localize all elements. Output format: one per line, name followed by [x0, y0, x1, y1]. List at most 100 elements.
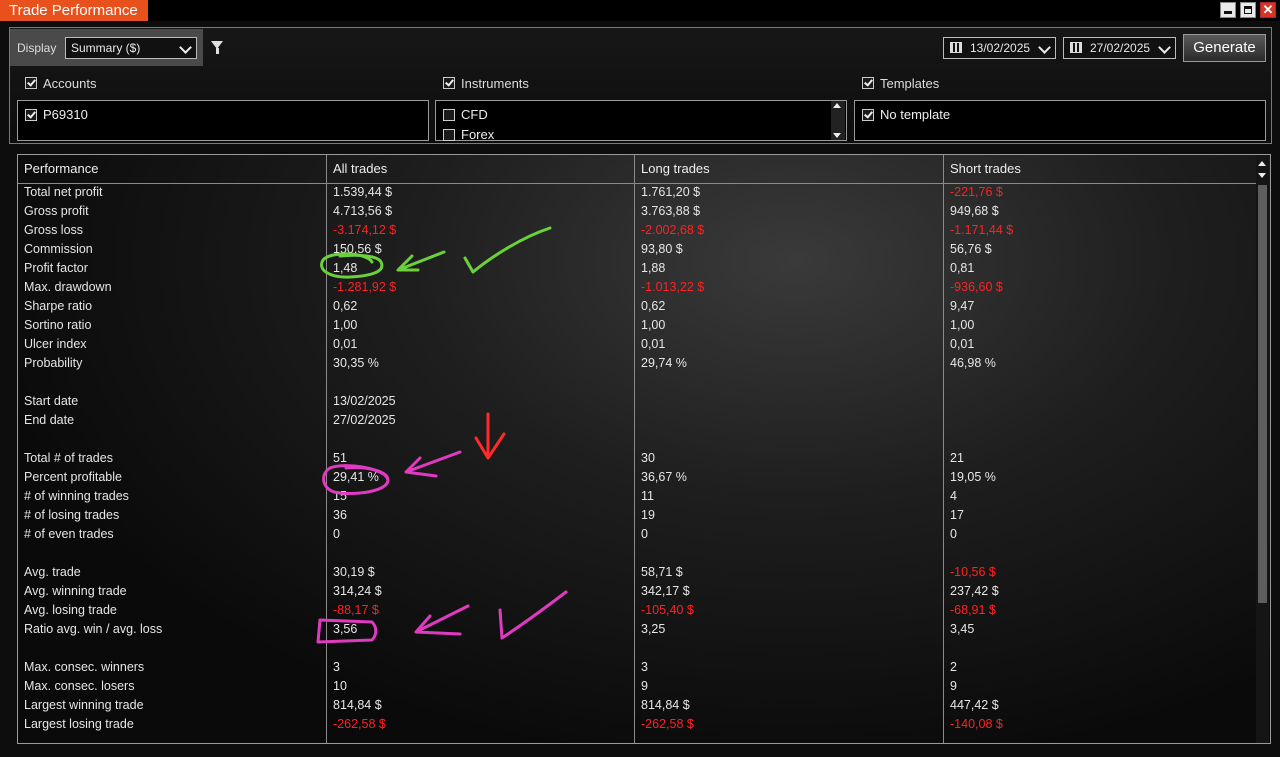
- metric-value: 0,01: [641, 337, 666, 351]
- metric-label: Ulcer index: [24, 337, 87, 351]
- accounts-label: Accounts: [43, 76, 97, 91]
- instruments-list: CFD Forex: [435, 100, 847, 142]
- metric-value: 58,71 $: [641, 565, 683, 579]
- metric-value: 314,24 $: [333, 584, 382, 598]
- metric-label: # of winning trades: [24, 489, 129, 503]
- metric-value: 9: [950, 679, 957, 693]
- column-divider: [943, 155, 944, 743]
- metric-value: 1.761,20 $: [641, 185, 701, 199]
- calendar-icon: [950, 42, 962, 53]
- metric-value: 1.539,44 $: [333, 185, 393, 199]
- metric-value: 3: [641, 660, 648, 674]
- metric-label: Gross profit: [24, 204, 89, 218]
- header-performance[interactable]: Performance: [24, 161, 98, 176]
- metric-value: 29,74 %: [641, 356, 687, 370]
- metric-value: 4: [950, 489, 957, 503]
- instrument-forex-label: Forex: [461, 127, 495, 142]
- metric-value: 3.763,88 $: [641, 204, 701, 218]
- metric-value: 150,56 $: [333, 242, 382, 256]
- metric-value: 342,17 $: [641, 584, 690, 598]
- scroll-up-icon[interactable]: [1258, 161, 1266, 166]
- metric-value: 17: [950, 508, 964, 522]
- template-item-label: No template: [880, 107, 951, 122]
- scroll-down-icon[interactable]: [833, 133, 841, 138]
- display-dropdown[interactable]: Summary ($): [65, 37, 197, 59]
- date-from-value: 13/02/2025: [970, 41, 1031, 55]
- column-divider: [326, 155, 327, 743]
- metric-value: -88,17 $: [333, 603, 379, 617]
- metric-value: 9,47: [950, 299, 975, 313]
- metric-label: Sharpe ratio: [24, 299, 93, 313]
- header-short-trades[interactable]: Short trades: [950, 161, 1021, 176]
- header-all-trades[interactable]: All trades: [333, 161, 387, 176]
- metric-value: 51: [333, 451, 347, 465]
- metric-value: 29,41 %: [333, 470, 379, 484]
- metric-value: 15: [333, 489, 347, 503]
- chevron-down-icon: [1158, 41, 1171, 54]
- metric-label: Largest losing trade: [24, 717, 134, 731]
- display-selector: Display Summary ($): [10, 29, 203, 66]
- date-to-picker[interactable]: 27/02/2025: [1063, 37, 1176, 59]
- metric-label: Probability: [24, 356, 83, 370]
- accounts-checkbox[interactable]: [25, 77, 37, 89]
- instrument-forex-checkbox[interactable]: [443, 129, 455, 141]
- instruments-checkbox[interactable]: [443, 77, 455, 89]
- metric-label: Avg. winning trade: [24, 584, 127, 598]
- scroll-down-icon[interactable]: [1258, 173, 1266, 178]
- instruments-scrollbar[interactable]: [831, 101, 845, 140]
- metric-value: 814,84 $: [641, 698, 690, 712]
- metric-value: 30,19 $: [333, 565, 375, 579]
- metric-value: 36,67 %: [641, 470, 687, 484]
- templates-label: Templates: [880, 76, 940, 91]
- metric-label: # of even trades: [24, 527, 114, 541]
- metric-value: 3: [333, 660, 340, 674]
- grid-scrollbar[interactable]: [1256, 155, 1269, 743]
- metric-value: 0,62: [641, 299, 666, 313]
- metric-value: 949,68 $: [950, 204, 999, 218]
- instrument-cfd-checkbox[interactable]: [443, 109, 455, 121]
- chevron-down-icon: [1038, 41, 1051, 54]
- metric-value: 1,00: [950, 318, 975, 332]
- metric-value: 3,56: [333, 622, 358, 636]
- metric-label: Start date: [24, 394, 79, 408]
- metric-value: 0,81: [950, 261, 975, 275]
- maximize-icon[interactable]: [1240, 2, 1256, 18]
- instruments-label: Instruments: [461, 76, 529, 91]
- metric-value: 30: [641, 451, 655, 465]
- minimize-icon[interactable]: [1220, 2, 1236, 18]
- metric-label: Max. consec. losers: [24, 679, 135, 693]
- instrument-cfd-label: CFD: [461, 107, 488, 122]
- metric-value: -140,08 $: [950, 717, 1003, 731]
- date-from-picker[interactable]: 13/02/2025: [943, 37, 1056, 59]
- metric-value: 0,01: [950, 337, 975, 351]
- metric-value: 0,62: [333, 299, 358, 313]
- account-item-label: P69310: [43, 107, 88, 122]
- account-item-checkbox[interactable]: [25, 109, 37, 121]
- templates-checkbox[interactable]: [862, 77, 874, 89]
- metric-value: 1,00: [641, 318, 666, 332]
- close-icon[interactable]: ✕: [1260, 2, 1276, 18]
- filter-icon[interactable]: [211, 41, 223, 54]
- metric-label: Avg. trade: [24, 565, 81, 579]
- metric-value: 0,01: [333, 337, 358, 351]
- metric-value: 0: [950, 527, 957, 541]
- metric-value: 13/02/2025: [333, 394, 396, 408]
- metric-value: 3,45: [950, 622, 975, 636]
- metric-label: Percent profitable: [24, 470, 122, 484]
- column-divider: [634, 155, 635, 743]
- title-bar[interactable]: Trade Performance ✕: [0, 0, 1280, 21]
- metric-value: -68,91 $: [950, 603, 996, 617]
- metric-value: 56,76 $: [950, 242, 992, 256]
- display-value: Summary ($): [71, 41, 141, 55]
- accounts-list: P69310: [17, 100, 429, 141]
- generate-button[interactable]: Generate: [1183, 34, 1266, 62]
- chevron-down-icon: [179, 41, 192, 54]
- metric-label: Total net profit: [24, 185, 103, 199]
- scroll-up-icon[interactable]: [833, 103, 841, 108]
- metric-value: 19,05 %: [950, 470, 996, 484]
- header-long-trades[interactable]: Long trades: [641, 161, 710, 176]
- template-item-checkbox[interactable]: [862, 109, 874, 121]
- scroll-thumb[interactable]: [1258, 185, 1267, 603]
- templates-list: No template: [854, 100, 1266, 141]
- metric-value: 10: [333, 679, 347, 693]
